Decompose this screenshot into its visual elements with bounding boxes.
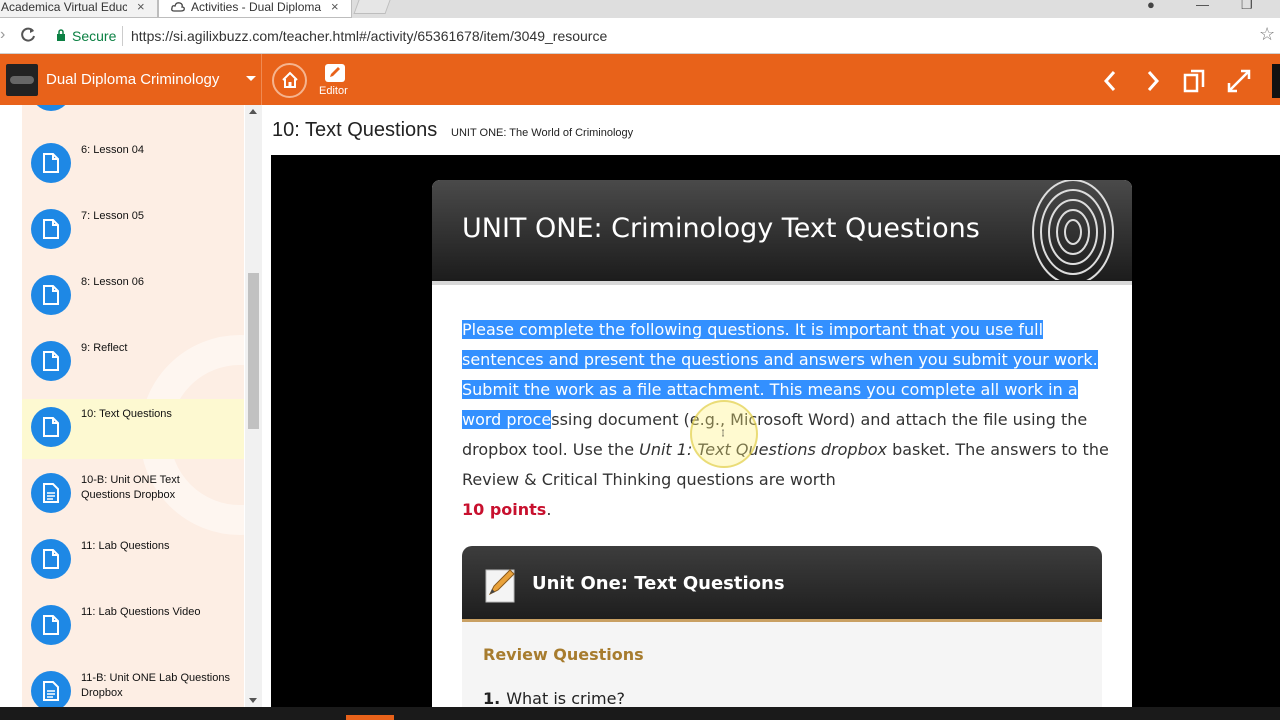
text-questions-section: Unit One: Text Questions Review Question… xyxy=(462,546,1102,707)
cloud-icon xyxy=(171,2,185,12)
instructions-paragraph: Please complete the following questions.… xyxy=(462,315,1112,495)
secure-label: Secure xyxy=(72,28,117,44)
taskbar-strip xyxy=(0,707,1280,720)
card-header: UNIT ONE: Criminology Text Questions xyxy=(432,180,1132,281)
app-header: Dual Diploma Criminology Editor xyxy=(0,54,1280,105)
sidebar-scrollbar[interactable] xyxy=(245,105,262,707)
course-dropdown-caret-icon[interactable] xyxy=(246,76,256,81)
expand-icon[interactable] xyxy=(1226,68,1252,94)
sidebar-item[interactable]: 6: Lesson 04 xyxy=(22,135,244,195)
sidebar-item-label: 10: Text Questions xyxy=(81,408,172,420)
address-divider xyxy=(122,26,123,46)
document-icon xyxy=(31,341,71,381)
header-edge xyxy=(1272,64,1280,98)
document-icon xyxy=(31,143,71,183)
sidebar-item-label: 11: Lab Questions Video xyxy=(81,606,201,618)
sidebar-item-label: 8: Lesson 06 xyxy=(81,276,144,288)
section-header: Unit One: Text Questions xyxy=(462,546,1102,622)
pencil-icon xyxy=(325,64,345,82)
page-subtitle: UNIT ONE: The World of Criminology xyxy=(451,127,634,139)
editor-label: Editor xyxy=(319,85,348,97)
tab-close-icon[interactable]: × xyxy=(137,0,145,14)
user-profile-icon[interactable]: ● xyxy=(1147,0,1155,11)
question-number: 1. xyxy=(483,689,501,707)
sidebar-item-label: 10-B: Unit ONE Text Questions Dropbox xyxy=(81,474,180,501)
tab-label: Academica Virtual Educa xyxy=(1,0,127,14)
review-questions-heading: Review Questions xyxy=(483,645,644,664)
sidebar-item[interactable]: 11: Lab Questions xyxy=(22,531,244,591)
sidebar-item-label: 11-B: Unit ONE Lab Questions Dropbox xyxy=(81,672,230,699)
sidebar-item[interactable]: 11: Lab Questions Video xyxy=(22,597,244,657)
sidebar-item-partial[interactable] xyxy=(22,105,244,123)
dropbox-icon xyxy=(31,671,71,707)
browser-tab-bar: Academica Virtual Educa × Activities - D… xyxy=(0,0,1280,18)
header-divider xyxy=(261,54,262,105)
home-button[interactable] xyxy=(272,63,307,98)
sidebar-item-label: 6: Lesson 04 xyxy=(81,144,144,156)
content-viewer: UNIT ONE: Criminology Text Questions Ple… xyxy=(271,155,1280,707)
scroll-thumb[interactable] xyxy=(248,273,259,429)
sidebar-item[interactable]: 11-B: Unit ONE Lab Questions Dropbox xyxy=(22,663,244,707)
sidebar-item[interactable]: 8: Lesson 06 xyxy=(22,267,244,327)
points-line: 10 points. xyxy=(462,500,552,519)
sidebar-item-label: 9: Reflect xyxy=(81,342,128,354)
card-heading: UNIT ONE: Criminology Text Questions xyxy=(462,213,980,244)
browser-tab-activities[interactable]: Activities - Dual Diploma × xyxy=(158,0,352,18)
browser-tab-academica[interactable]: Academica Virtual Educa × xyxy=(0,0,158,18)
editor-button[interactable]: Editor xyxy=(317,62,353,102)
document-icon xyxy=(31,605,71,645)
sidebar-list: 6: Lesson 04 7: Lesson 05 8: Lesson 06 9… xyxy=(0,105,244,707)
sidebar-item[interactable]: 7: Lesson 05 xyxy=(22,201,244,261)
sidebar-item-active[interactable]: 10: Text Questions xyxy=(22,399,244,459)
dropbox-reference: Unit 1: Text Questions dropbox xyxy=(639,440,887,459)
next-arrow-icon[interactable] xyxy=(1139,68,1165,94)
tab-close-icon[interactable]: × xyxy=(331,0,339,14)
new-tab-button[interactable] xyxy=(353,0,391,14)
lock-icon xyxy=(57,29,65,41)
minimize-icon[interactable]: — xyxy=(1196,0,1209,11)
lesson-card: UNIT ONE: Criminology Text Questions Ple… xyxy=(432,180,1132,707)
text-cursor-icon xyxy=(722,429,724,437)
question-item: 1. What is crime? xyxy=(483,689,625,707)
bookmark-star-icon[interactable]: ☆ xyxy=(1259,24,1275,45)
course-title[interactable]: Dual Diploma Criminology xyxy=(46,71,219,88)
previous-arrow-icon[interactable] xyxy=(1098,68,1124,94)
scroll-down-icon[interactable] xyxy=(249,698,257,703)
reload-icon[interactable] xyxy=(18,25,38,45)
points-value: 10 points xyxy=(462,500,547,519)
sidebar: 6: Lesson 04 7: Lesson 05 8: Lesson 06 9… xyxy=(0,105,262,707)
forward-arrow-icon[interactable]: › xyxy=(0,26,5,44)
scroll-up-icon[interactable] xyxy=(249,109,257,114)
fingerprint-icon xyxy=(1032,180,1114,280)
document-icon xyxy=(31,105,71,111)
section-title: Unit One: Text Questions xyxy=(532,573,785,594)
maximize-icon[interactable]: ❐ xyxy=(1241,0,1253,11)
dropbox-icon xyxy=(31,473,71,513)
sidebar-item-label: 11: Lab Questions xyxy=(81,540,170,552)
document-icon xyxy=(31,407,71,447)
address-bar-row: › Secure https://si.agilixbuzz.com/teach… xyxy=(0,18,1280,54)
document-icon xyxy=(31,209,71,249)
sidebar-item-label: 7: Lesson 05 xyxy=(81,210,144,222)
document-icon xyxy=(31,275,71,315)
course-logo xyxy=(6,64,38,96)
tab-label: Activities - Dual Diploma xyxy=(191,0,322,14)
home-icon xyxy=(282,71,298,88)
pages-icon[interactable] xyxy=(1182,68,1208,94)
document-icon xyxy=(31,539,71,579)
sidebar-item[interactable]: 9: Reflect xyxy=(22,333,244,393)
url-field[interactable]: https://si.agilixbuzz.com/teacher.html#/… xyxy=(131,28,607,44)
sidebar-item[interactable]: 10-B: Unit ONE Text Questions Dropbox xyxy=(22,465,244,525)
page-title: 10: Text Questions xyxy=(272,119,438,141)
pencil-document-icon xyxy=(485,569,515,603)
cursor-highlight xyxy=(690,400,758,468)
question-text: What is crime? xyxy=(506,689,625,707)
